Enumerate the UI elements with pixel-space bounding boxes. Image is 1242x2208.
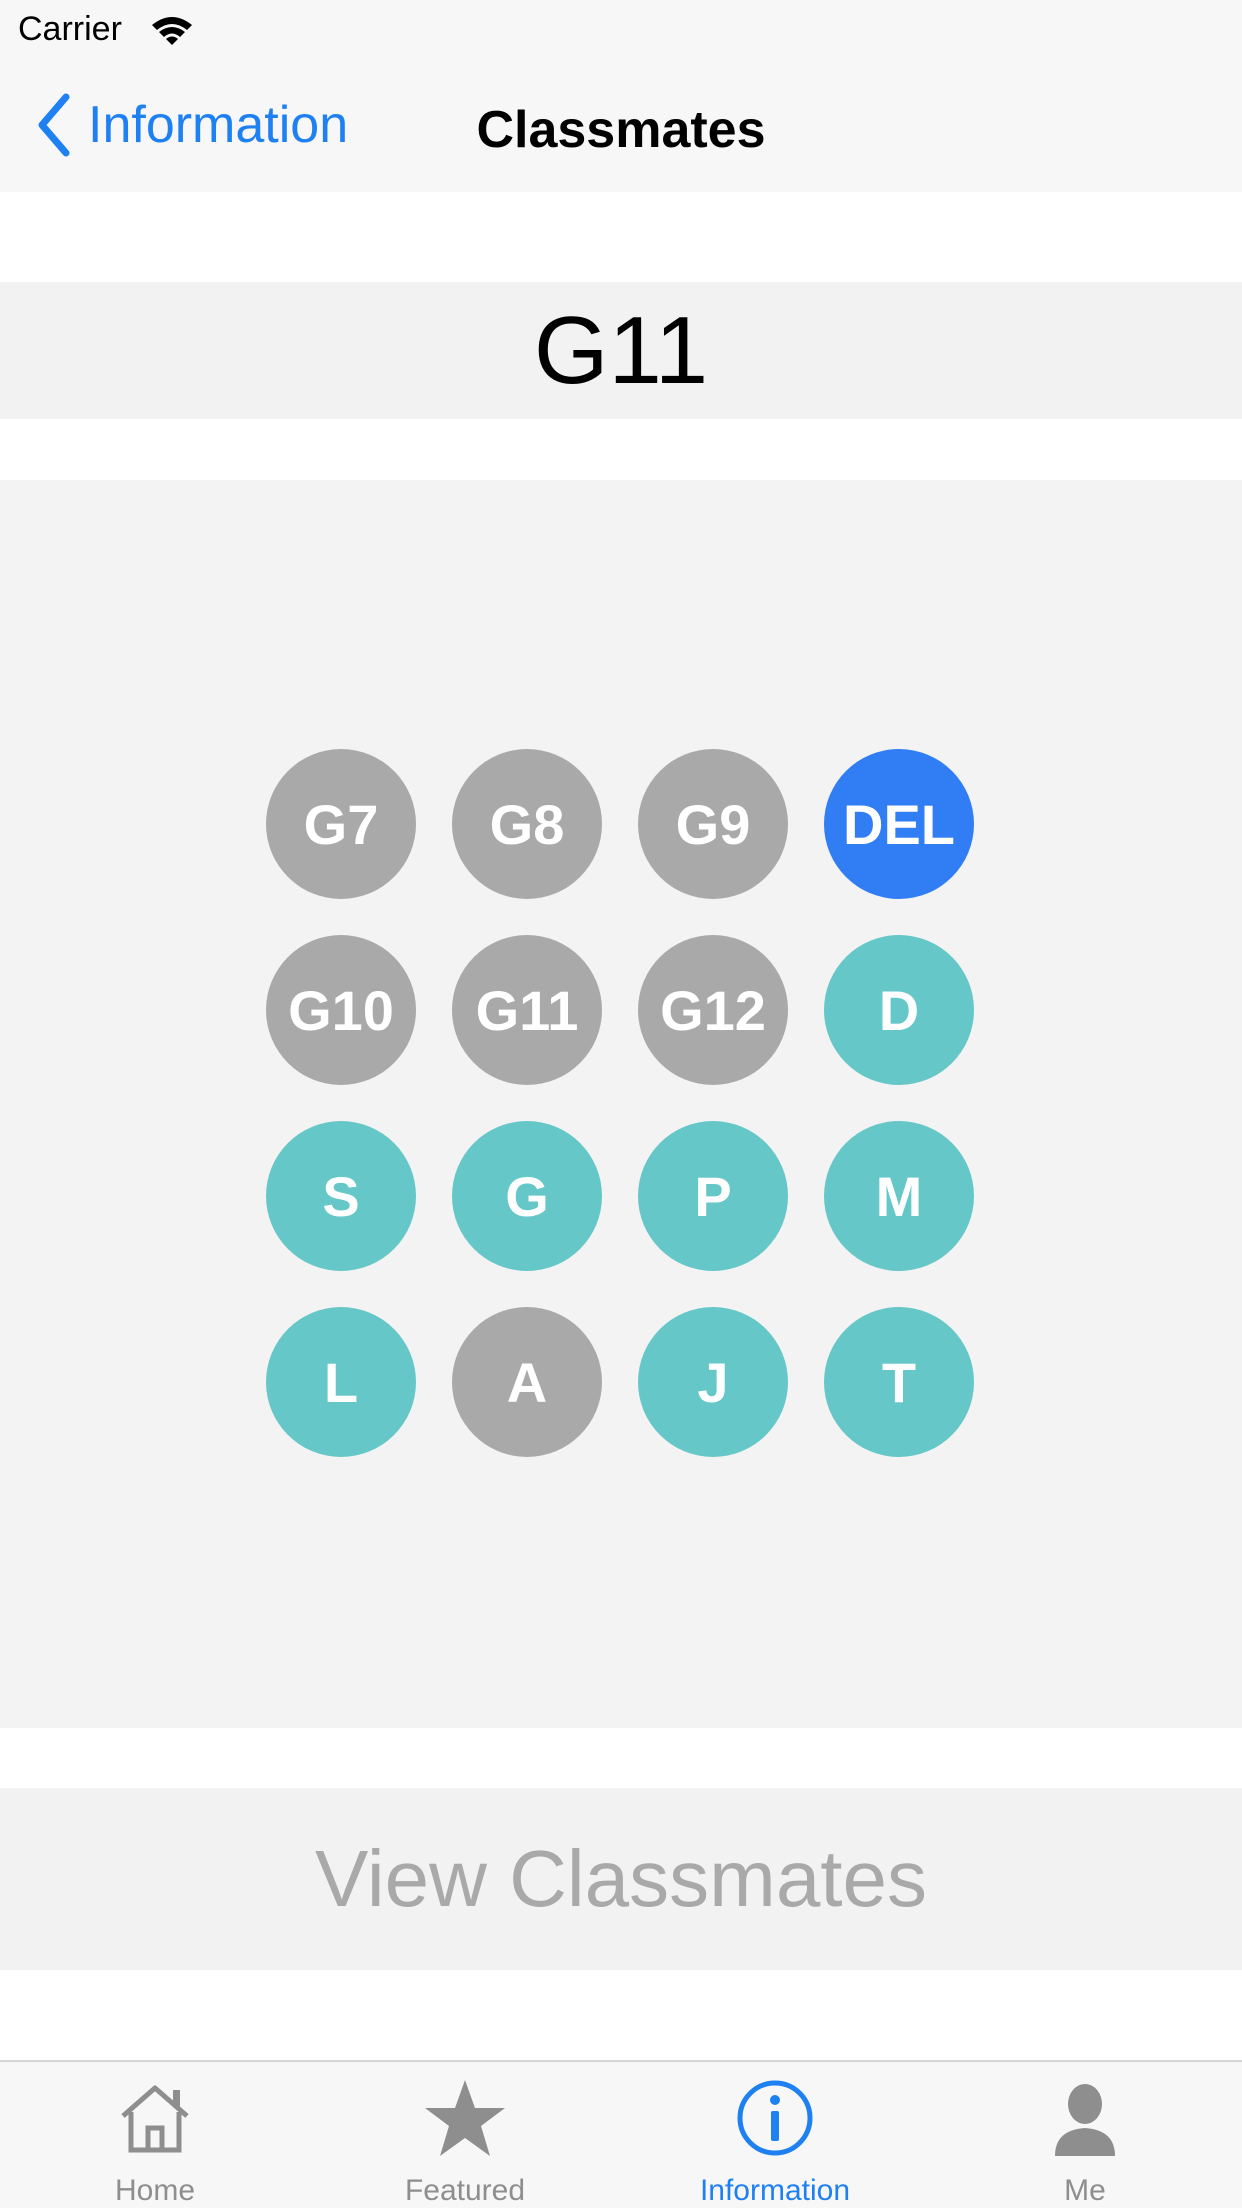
tab-featured[interactable]: Featured (310, 2062, 620, 2208)
tab-information-label: Information (699, 2174, 851, 2207)
key-delete[interactable]: DEL (824, 749, 974, 899)
page-title: Classmates (476, 101, 766, 159)
key-g12[interactable]: G12 (638, 935, 788, 1085)
key-g[interactable]: G (452, 1121, 602, 1271)
tab-home[interactable]: Home (0, 2062, 310, 2208)
tab-home-label: Home (114, 2174, 196, 2207)
view-classmates-button[interactable]: View Classmates (0, 1788, 1242, 1970)
tab-information[interactable]: Information (620, 2062, 930, 2208)
key-s[interactable]: S (266, 1121, 416, 1271)
key-m[interactable]: M (824, 1121, 974, 1271)
view-classmates-label: View Classmates (314, 1834, 928, 1923)
key-g11[interactable]: G11 (452, 935, 602, 1085)
home-icon (121, 2085, 189, 2153)
key-g7[interactable]: G7 (266, 749, 416, 899)
person-icon (1055, 2084, 1115, 2156)
key-p[interactable]: P (638, 1121, 788, 1271)
tab-featured-label: Featured (404, 2174, 526, 2207)
tab-me[interactable]: Me (930, 2062, 1240, 2208)
key-t[interactable]: T (824, 1307, 974, 1457)
carrier-label: Carrier (18, 10, 122, 48)
key-g10[interactable]: G10 (266, 935, 416, 1085)
key-g8[interactable]: G8 (452, 749, 602, 899)
selected-value-display: G11 (0, 282, 1242, 419)
selected-value-text: G11 (533, 296, 709, 404)
key-a[interactable]: A (452, 1307, 602, 1457)
tab-bar: Home Featured Information Me (0, 2060, 1242, 2208)
star-icon (425, 2080, 505, 2156)
key-l[interactable]: L (266, 1307, 416, 1457)
navigation-bar: Information Classmates (0, 60, 1242, 192)
key-g9[interactable]: G9 (638, 749, 788, 899)
info-icon (737, 2080, 813, 2156)
keypad-panel: G7 G8 G9 DEL G10 G11 G12 D S G P M L A J… (0, 480, 1242, 1728)
wifi-icon (152, 17, 192, 45)
key-j[interactable]: J (638, 1307, 788, 1457)
tab-me-label: Me (1064, 2174, 1106, 2207)
status-bar: Carrier (0, 0, 1242, 60)
key-d[interactable]: D (824, 935, 974, 1085)
